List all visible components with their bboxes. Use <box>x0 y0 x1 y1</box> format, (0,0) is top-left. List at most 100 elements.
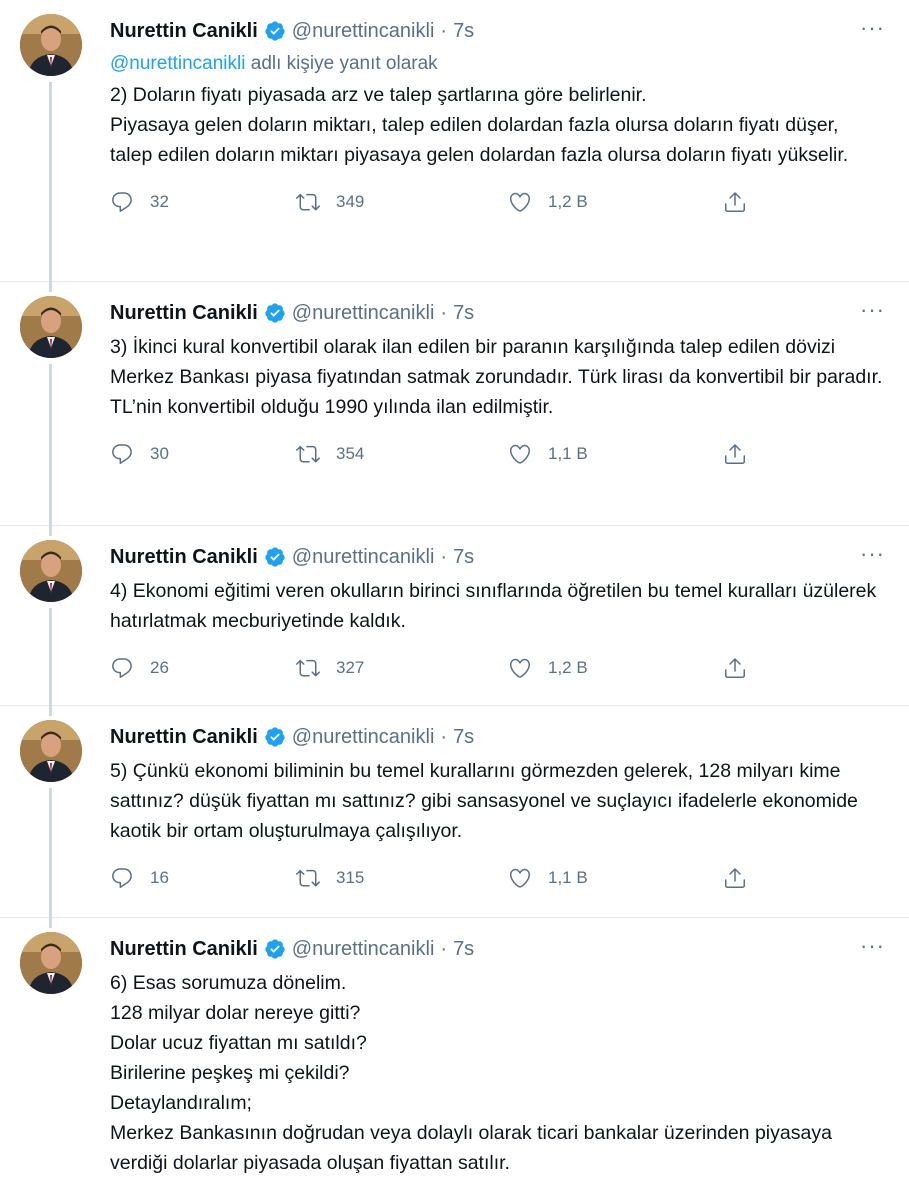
reply-to-link[interactable]: @nurettincanikli <box>110 53 245 74</box>
tweet-actions: 30 354 1,1 B <box>110 434 885 474</box>
separator-dot: · <box>440 937 448 960</box>
author-name[interactable]: Nurettin Canikli <box>110 726 258 749</box>
reply-button[interactable]: 32 <box>110 190 296 214</box>
author-handle[interactable]: @nurettincanikli <box>292 938 435 961</box>
verified-badge-icon <box>264 302 286 324</box>
share-icon <box>725 192 745 212</box>
share-icon <box>725 444 745 464</box>
reply-button[interactable]: 26 <box>110 656 296 680</box>
tweet-1[interactable]: ··· Nurettin Canikli @nurettincanikli · … <box>0 0 909 292</box>
like-count: 1,1 B <box>548 444 588 463</box>
tweet-text: 3) İkinci kural konvertibil olarak ilan … <box>110 336 883 418</box>
tweet-text: 5) Çünkü ekonomi biliminin bu temel kura… <box>110 760 858 842</box>
thread-connector <box>49 788 52 928</box>
like-button[interactable]: 1,2 B <box>508 190 723 214</box>
retweet-count: 315 <box>336 868 365 887</box>
tweet-header: Nurettin Canikli @nurettincanikli · 7s <box>110 14 885 48</box>
separator-dot: · <box>440 19 448 42</box>
reply-button[interactable]: 16 <box>110 866 296 890</box>
retweet-button[interactable]: 349 <box>296 190 508 214</box>
like-button[interactable]: 1,1 B <box>508 442 723 466</box>
timestamp[interactable]: 7s <box>453 726 474 749</box>
reply-count: 16 <box>150 868 169 887</box>
timestamp[interactable]: 7s <box>453 302 474 325</box>
more-icon[interactable]: ··· <box>860 299 885 321</box>
author-handle[interactable]: @nurettincanikli <box>292 20 435 43</box>
retweet-button[interactable]: 354 <box>296 442 508 466</box>
retweet-count: 349 <box>336 192 365 211</box>
more-icon[interactable]: ··· <box>860 543 885 565</box>
retweet-icon <box>296 659 320 677</box>
share-button[interactable] <box>723 442 747 466</box>
verified-badge-icon <box>264 20 286 42</box>
reply-icon <box>112 868 132 888</box>
tweet-header: Nurettin Canikli @nurettincanikli · 7s <box>110 540 885 574</box>
avatar-column <box>20 540 82 602</box>
tweet-4[interactable]: Nurettin Canikli @nurettincanikli · 7s 5… <box>0 706 909 928</box>
reply-button[interactable]: 30 <box>110 442 296 466</box>
avatar[interactable] <box>20 14 82 76</box>
timestamp[interactable]: 7s <box>453 20 474 43</box>
avatar-column <box>20 14 82 76</box>
timestamp[interactable]: 7s <box>453 938 474 961</box>
separator-dot: · <box>440 301 448 324</box>
reply-context: @nurettincanikli adlı kişiye yanıt olara… <box>110 50 885 78</box>
share-button[interactable] <box>723 656 747 680</box>
retweet-icon <box>296 193 320 211</box>
share-button[interactable] <box>723 190 747 214</box>
like-count: 1,2 B <box>548 192 588 211</box>
tweet-body: Nurettin Canikli @nurettincanikli · 7s @… <box>110 14 885 222</box>
separator-dot: · <box>440 725 448 748</box>
author-name[interactable]: Nurettin Canikli <box>110 938 258 961</box>
tweet-header: Nurettin Canikli @nurettincanikli · 7s <box>110 296 885 330</box>
like-icon <box>509 868 531 888</box>
author-name[interactable]: Nurettin Canikli <box>110 20 258 43</box>
reply-icon <box>112 658 132 678</box>
tweet-body: Nurettin Canikli @nurettincanikli · 7s 6… <box>110 932 885 1178</box>
verified-badge-icon <box>264 726 286 748</box>
reply-icon <box>112 192 132 212</box>
tweet-body: Nurettin Canikli @nurettincanikli · 7s 3… <box>110 296 885 474</box>
like-button[interactable]: 1,2 B <box>508 656 723 680</box>
tweet-header: Nurettin Canikli @nurettincanikli · 7s <box>110 932 885 966</box>
retweet-count: 354 <box>336 444 365 463</box>
avatar-column <box>20 720 82 782</box>
retweet-icon <box>296 445 320 463</box>
timestamp[interactable]: 7s <box>453 546 474 569</box>
author-handle[interactable]: @nurettincanikli <box>292 726 435 749</box>
reply-to-suffix: adlı kişiye yanıt olarak <box>245 53 438 74</box>
tweet-text: 6) Esas sorumuza dönelim. 128 milyar dol… <box>110 972 832 1174</box>
tweet-header: Nurettin Canikli @nurettincanikli · 7s <box>110 720 885 754</box>
tweet-text: 2) Doların fiyatı piyasada arz ve talep … <box>110 84 849 166</box>
tweet-actions: 32 349 1,2 B <box>110 182 885 222</box>
reply-icon <box>112 444 132 464</box>
author-handle[interactable]: @nurettincanikli <box>292 546 435 569</box>
tweet-thread: ··· Nurettin Canikli @nurettincanikli · … <box>0 0 909 1200</box>
author-handle[interactable]: @nurettincanikli <box>292 302 435 325</box>
author-name[interactable]: Nurettin Canikli <box>110 302 258 325</box>
avatar[interactable] <box>20 540 82 602</box>
profile-photo <box>20 720 82 782</box>
tweet-5[interactable]: ··· Nurettin Canikli @nurettincanikli · … <box>0 918 909 1200</box>
more-icon[interactable]: ··· <box>860 935 885 957</box>
more-icon[interactable]: ··· <box>860 17 885 39</box>
tweet-body: Nurettin Canikli @nurettincanikli · 7s 5… <box>110 720 885 898</box>
tweet-3[interactable]: ··· Nurettin Canikli @nurettincanikli · … <box>0 526 909 716</box>
avatar[interactable] <box>20 932 82 994</box>
verified-badge-icon <box>264 546 286 568</box>
tweet-2[interactable]: ··· Nurettin Canikli @nurettincanikli · … <box>0 282 909 536</box>
retweet-button[interactable]: 327 <box>296 656 508 680</box>
avatar[interactable] <box>20 720 82 782</box>
reply-count: 32 <box>150 192 169 211</box>
thread-connector <box>49 82 52 292</box>
profile-photo <box>20 932 82 994</box>
share-button[interactable] <box>723 866 747 890</box>
share-icon <box>725 658 745 678</box>
retweet-count: 327 <box>336 658 365 677</box>
reply-count: 30 <box>150 444 169 463</box>
author-name[interactable]: Nurettin Canikli <box>110 546 258 569</box>
retweet-button[interactable]: 315 <box>296 866 508 890</box>
like-count: 1,2 B <box>548 658 588 677</box>
avatar[interactable] <box>20 296 82 358</box>
like-button[interactable]: 1,1 B <box>508 866 723 890</box>
